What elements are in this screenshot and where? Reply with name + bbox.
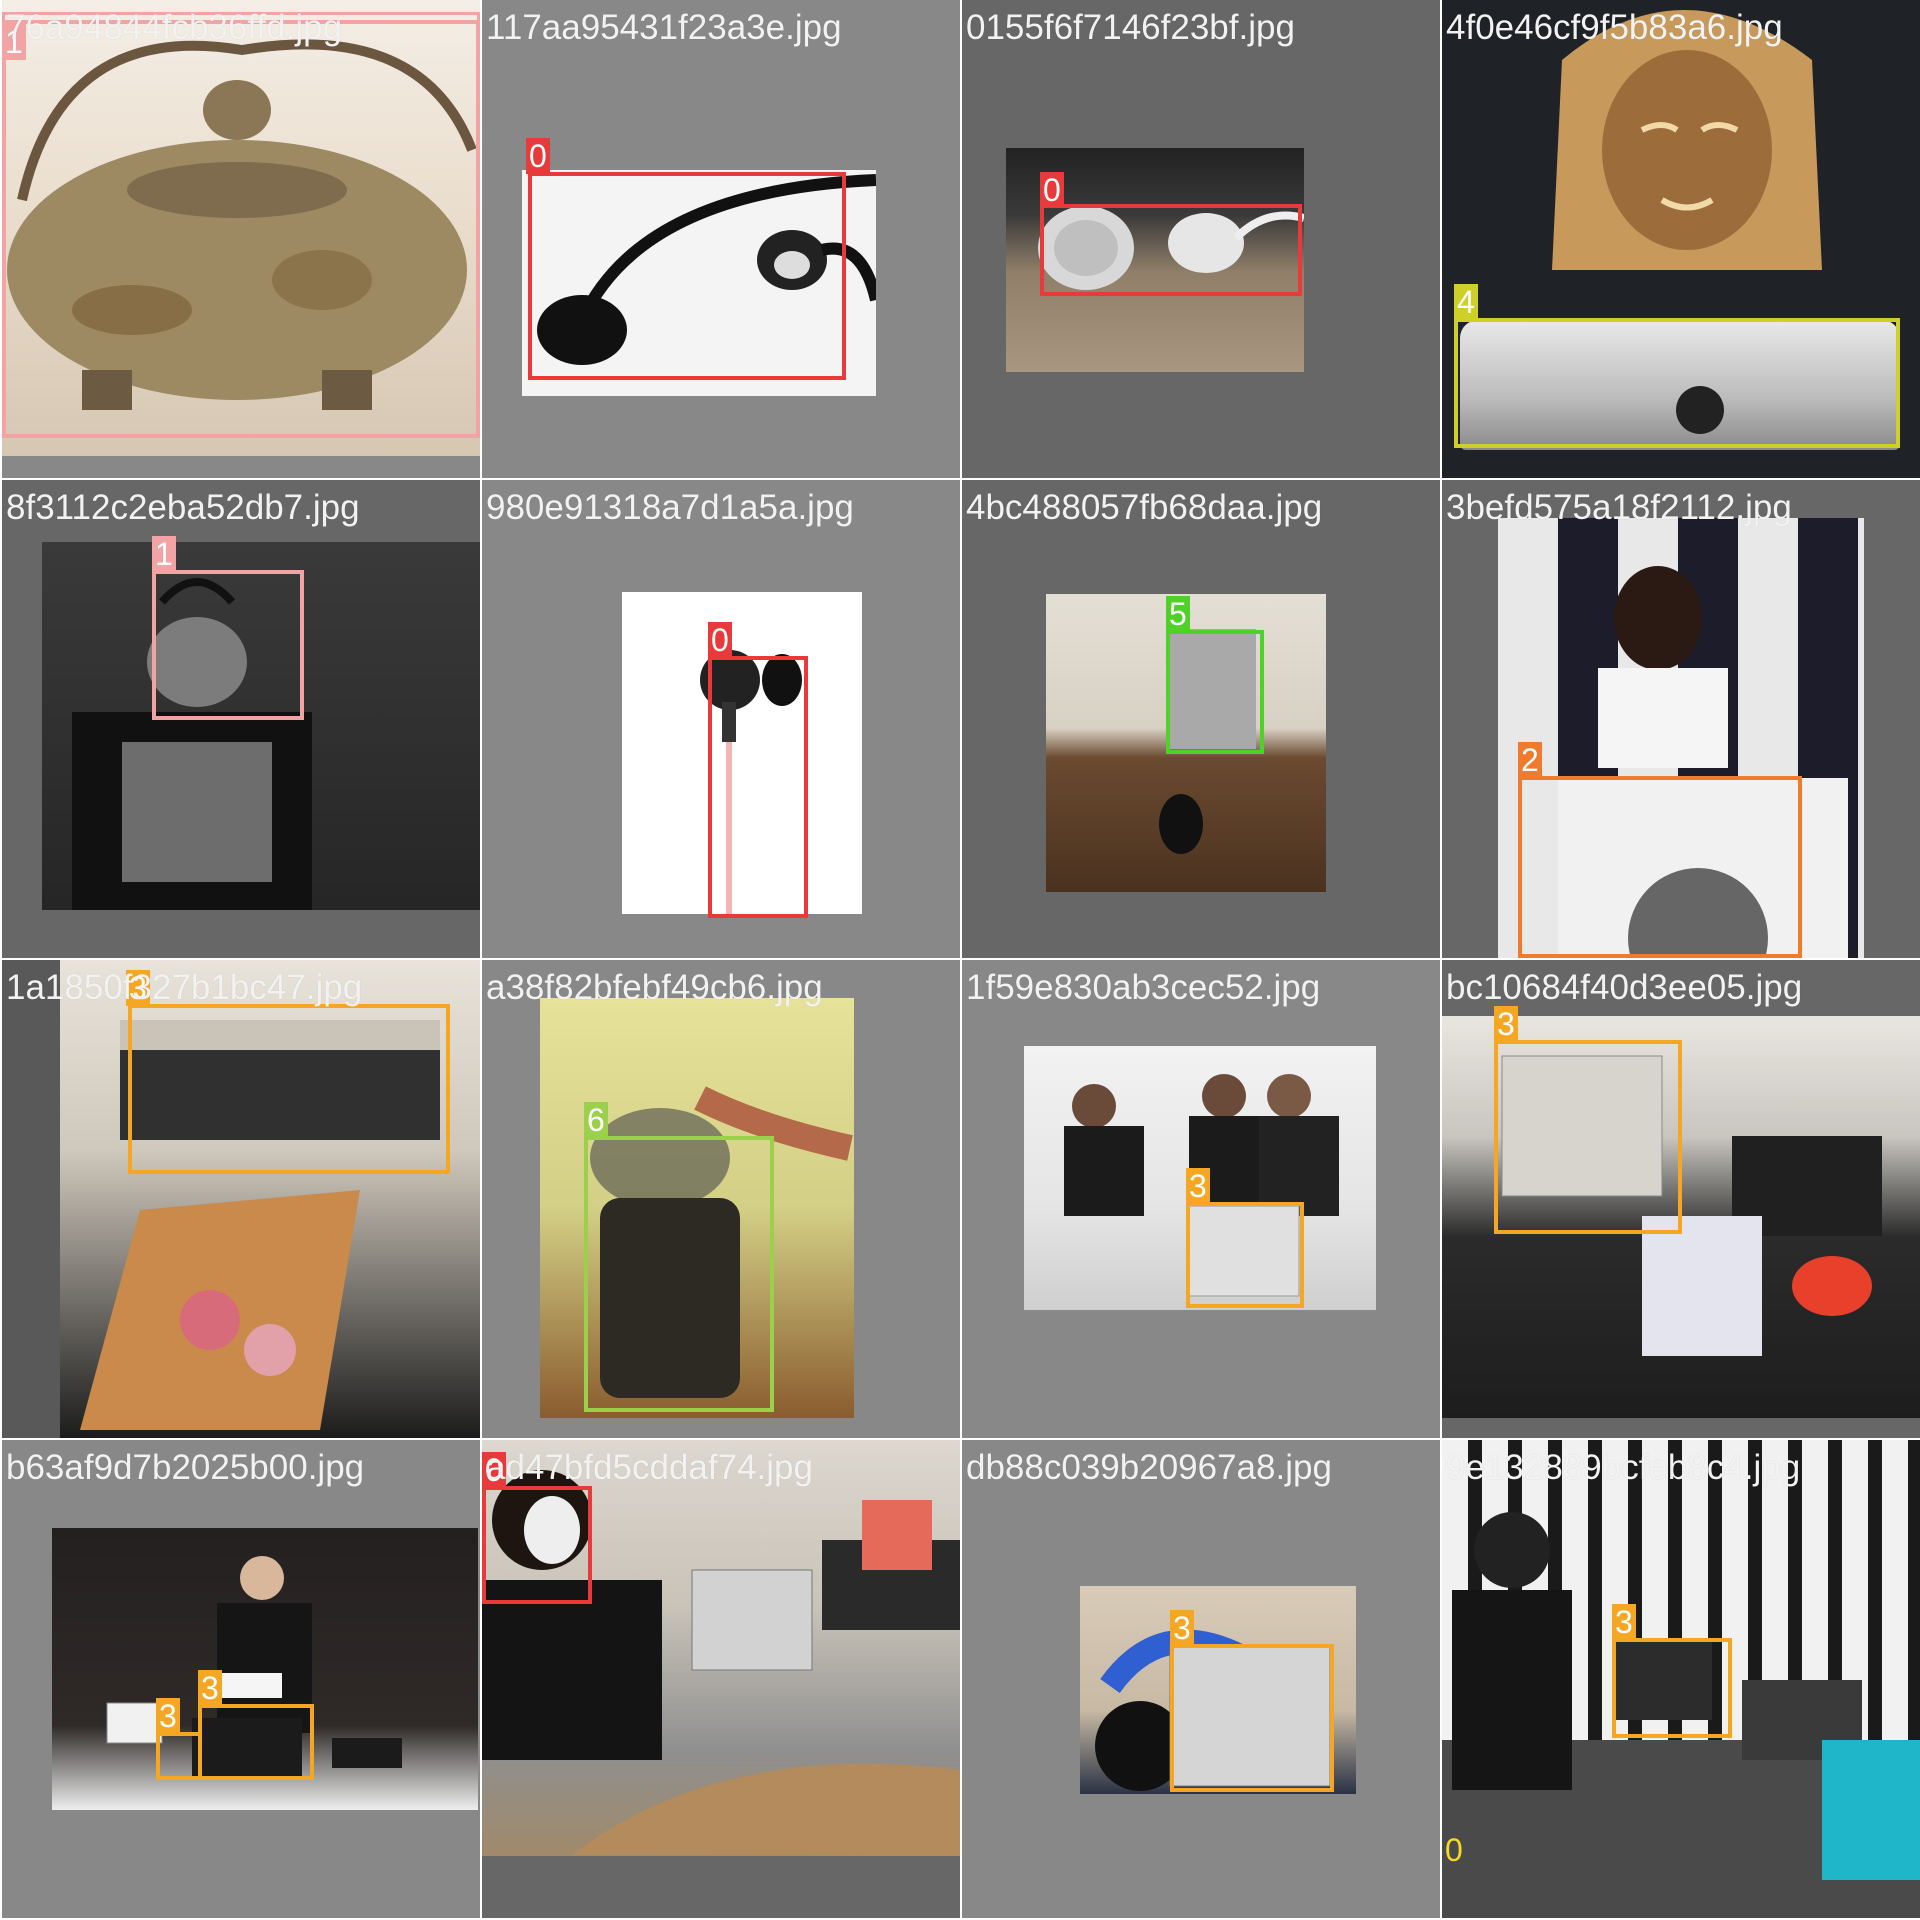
- bbox[interactable]: [1186, 1202, 1304, 1308]
- image-tile[interactable]: 4bc488057fb68daa.jpg 5: [962, 480, 1440, 958]
- bbox[interactable]: [528, 172, 846, 380]
- bbox[interactable]: [198, 1704, 314, 1780]
- image-filename: 0155f6f7146f23bf.jpg: [966, 8, 1295, 47]
- class-label: 2: [1518, 742, 1542, 778]
- image-filename: b63af9d7b2025b00.jpg: [6, 1448, 365, 1487]
- image-filename: 117aa95431f23a3e.jpg: [486, 8, 842, 47]
- bbox[interactable]: [128, 1004, 450, 1174]
- image-filename: 4f0e46cf9f5b83a6.jpg: [1446, 8, 1783, 47]
- class-label: 5: [1166, 596, 1190, 632]
- image-tile[interactable]: 76a94844fcb36ffd.jpg 1: [2, 0, 480, 478]
- image-tile[interactable]: 1f59e830ab3cec52.jpg 3: [962, 960, 1440, 1438]
- image-tile[interactable]: 980e91318a7d1a5a.jpg 0: [482, 480, 960, 958]
- image-filename: bc10684f40d3ee05.jpg: [1446, 968, 1803, 1007]
- bbox[interactable]: [1166, 630, 1264, 754]
- image-filename: ad47bfd5cddaf74.jpg: [486, 1448, 813, 1487]
- bbox[interactable]: [708, 656, 808, 918]
- bbox[interactable]: [1040, 204, 1302, 296]
- class-label: 3: [156, 1698, 180, 1734]
- class-label: 0: [708, 622, 732, 658]
- image-tile[interactable]: 0155f6f7146f23bf.jpg 0: [962, 0, 1440, 478]
- image-filename: db88c039b20967a8.jpg: [966, 1448, 1332, 1487]
- class-label: 3: [198, 1670, 222, 1706]
- image-filename: 8f3112c2eba52db7.jpg: [6, 488, 360, 527]
- image-filename: 980e91318a7d1a5a.jpg: [486, 488, 854, 527]
- bbox[interactable]: [2, 20, 480, 438]
- class-label: 0: [1445, 1832, 1463, 1868]
- bbox[interactable]: [584, 1136, 774, 1412]
- image-filename: 9e132889bcfeb8c4.jpg: [1446, 1448, 1801, 1487]
- image-tile[interactable]: 9e132889bcfeb8c4.jpg 3 0: [1442, 1440, 1920, 1918]
- image-tile[interactable]: a38f82bfebf49cb6.jpg 6: [482, 960, 960, 1438]
- class-label: 0: [526, 138, 550, 174]
- image-tile[interactable]: db88c039b20967a8.jpg 3: [962, 1440, 1440, 1918]
- bbox[interactable]: [1454, 318, 1900, 448]
- bbox[interactable]: [482, 1486, 592, 1604]
- class-label: 1: [152, 536, 176, 572]
- image-tile[interactable]: b63af9d7b2025b00.jpg 3 3: [2, 1440, 480, 1918]
- class-label: 3: [1186, 1168, 1210, 1204]
- bbox[interactable]: [156, 1732, 202, 1780]
- class-label: 3: [1612, 1604, 1636, 1640]
- image-tile[interactable]: 117aa95431f23a3e.jpg 0: [482, 0, 960, 478]
- bbox[interactable]: [1612, 1638, 1732, 1738]
- image-filename: 3befd575a18f2112.jpg: [1446, 488, 1792, 527]
- image-tile[interactable]: 4f0e46cf9f5b83a6.jpg 4: [1442, 0, 1920, 478]
- image-tile[interactable]: 1a1850f327b1bc47.jpg 3: [2, 960, 480, 1438]
- image-filename: 1a1850f327b1bc47.jpg: [6, 968, 363, 1007]
- class-label: 3: [1170, 1610, 1194, 1646]
- bbox[interactable]: [1170, 1644, 1334, 1792]
- bbox[interactable]: [152, 570, 304, 720]
- bbox[interactable]: [1494, 1040, 1682, 1234]
- class-label: 4: [1454, 284, 1478, 320]
- bbox[interactable]: [1518, 776, 1802, 958]
- image-tile[interactable]: 3befd575a18f2112.jpg 2: [1442, 480, 1920, 958]
- image-tile[interactable]: bc10684f40d3ee05.jpg 3: [1442, 960, 1920, 1438]
- image-tile[interactable]: ad47bfd5cddaf74.jpg 0: [482, 1440, 960, 1918]
- image-filename: 1f59e830ab3cec52.jpg: [966, 968, 1321, 1007]
- image-filename: 76a94844fcb36ffd.jpg: [6, 8, 343, 47]
- class-label: 6: [584, 1102, 608, 1138]
- image-filename: a38f82bfebf49cb6.jpg: [486, 968, 823, 1007]
- image-tile[interactable]: 8f3112c2eba52db7.jpg 1: [2, 480, 480, 958]
- class-label: 0: [1040, 172, 1064, 208]
- image-filename: 4bc488057fb68daa.jpg: [966, 488, 1323, 527]
- mosaic-grid: 76a94844fcb36ffd.jpg 1 117aa95431f23a3e.…: [0, 0, 1920, 1920]
